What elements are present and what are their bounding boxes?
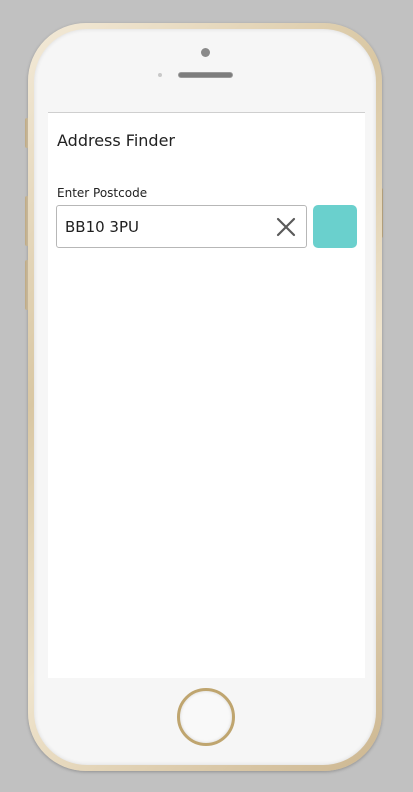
home-button[interactable] (177, 688, 235, 746)
postcode-input-value: BB10 3PU (65, 218, 140, 236)
app-screen: Address Finder Enter Postcode BB10 3PU (48, 112, 365, 678)
search-button[interactable] (313, 205, 357, 248)
postcode-input[interactable]: BB10 3PU (56, 205, 307, 248)
page-title: Address Finder (57, 131, 176, 150)
proximity-sensor (158, 73, 162, 77)
close-icon[interactable] (275, 216, 297, 238)
earpiece-speaker (178, 72, 233, 78)
postcode-label: Enter Postcode (57, 186, 148, 200)
front-camera (201, 48, 210, 57)
